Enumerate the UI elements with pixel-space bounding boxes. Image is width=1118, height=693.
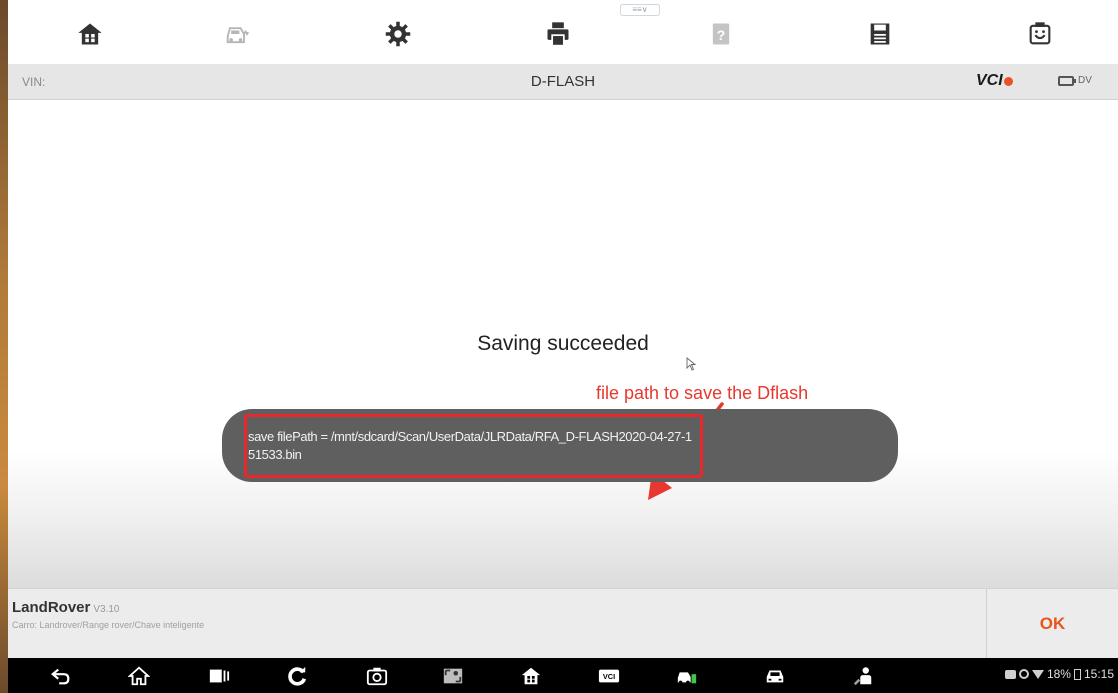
save-icon[interactable] bbox=[860, 14, 900, 54]
annotation-highlight-box bbox=[244, 414, 703, 478]
mechanic-icon[interactable] bbox=[850, 663, 876, 689]
vci-label: VCI bbox=[976, 72, 1003, 89]
home-icon[interactable] bbox=[126, 663, 152, 689]
vehicle-battery-status: DV bbox=[1058, 75, 1092, 86]
home-icon[interactable] bbox=[70, 14, 110, 54]
vci-icon[interactable]: VCI bbox=[596, 663, 622, 689]
message-icon bbox=[1004, 669, 1016, 679]
toolbar-collapse-handle[interactable]: ≡≡∨ bbox=[620, 4, 660, 16]
vci-connection-icon bbox=[1003, 77, 1013, 86]
main-content: Saving succeeded file path to save the D… bbox=[8, 100, 1118, 588]
wifi-icon bbox=[1031, 669, 1044, 679]
page-title: D-FLASH bbox=[530, 73, 596, 90]
car-icon[interactable] bbox=[762, 663, 788, 689]
battery-voltage: DV bbox=[1078, 75, 1092, 86]
camera-icon[interactable] bbox=[364, 663, 390, 689]
top-toolbar: ≡≡∨ ? bbox=[8, 0, 1118, 64]
clock: 15:15 bbox=[1083, 667, 1114, 681]
diag-home-icon[interactable] bbox=[518, 663, 544, 689]
software-version: V3.10 bbox=[93, 604, 120, 615]
recent-apps-icon[interactable] bbox=[206, 663, 232, 689]
device-frame-edge bbox=[0, 0, 8, 693]
mouse-cursor-icon bbox=[686, 357, 696, 371]
vci-status: VCI bbox=[976, 72, 1013, 90]
device-battery-icon bbox=[1073, 668, 1081, 680]
make-name: LandRover bbox=[12, 599, 91, 616]
vehicle-path: Carro: Landrover/Range rover/Chave intel… bbox=[12, 620, 205, 630]
vehicle-info-bar: LandRover V3.10 Carro: Landrover/Range ro… bbox=[8, 588, 1118, 659]
battery-icon bbox=[1058, 75, 1076, 86]
back-icon[interactable] bbox=[48, 663, 74, 689]
battery-percent: 18% bbox=[1046, 667, 1071, 681]
svg-text:VCI: VCI bbox=[603, 672, 615, 681]
help-icon[interactable]: ? bbox=[701, 14, 741, 54]
print-icon[interactable] bbox=[538, 14, 578, 54]
status-message: Saving succeeded bbox=[477, 332, 649, 355]
title-bar: VIN: D-FLASH VCI DV bbox=[8, 64, 1118, 100]
screenshot-icon[interactable] bbox=[1020, 14, 1060, 54]
screen-capture-icon[interactable] bbox=[440, 663, 466, 689]
ok-button[interactable]: OK bbox=[987, 589, 1118, 659]
vehicle-make: LandRover V3.10 bbox=[12, 599, 120, 616]
system-nav-bar: VCI 18% 15:15 bbox=[8, 658, 1118, 693]
settings-icon[interactable] bbox=[378, 14, 418, 54]
sync-icon bbox=[1018, 669, 1029, 679]
svg-text:?: ? bbox=[717, 27, 726, 43]
vehicle-icon[interactable] bbox=[217, 14, 257, 54]
refresh-icon[interactable] bbox=[284, 663, 310, 689]
vehicle-check-icon[interactable] bbox=[674, 663, 700, 689]
system-status: 18% 15:15 bbox=[1004, 667, 1114, 681]
